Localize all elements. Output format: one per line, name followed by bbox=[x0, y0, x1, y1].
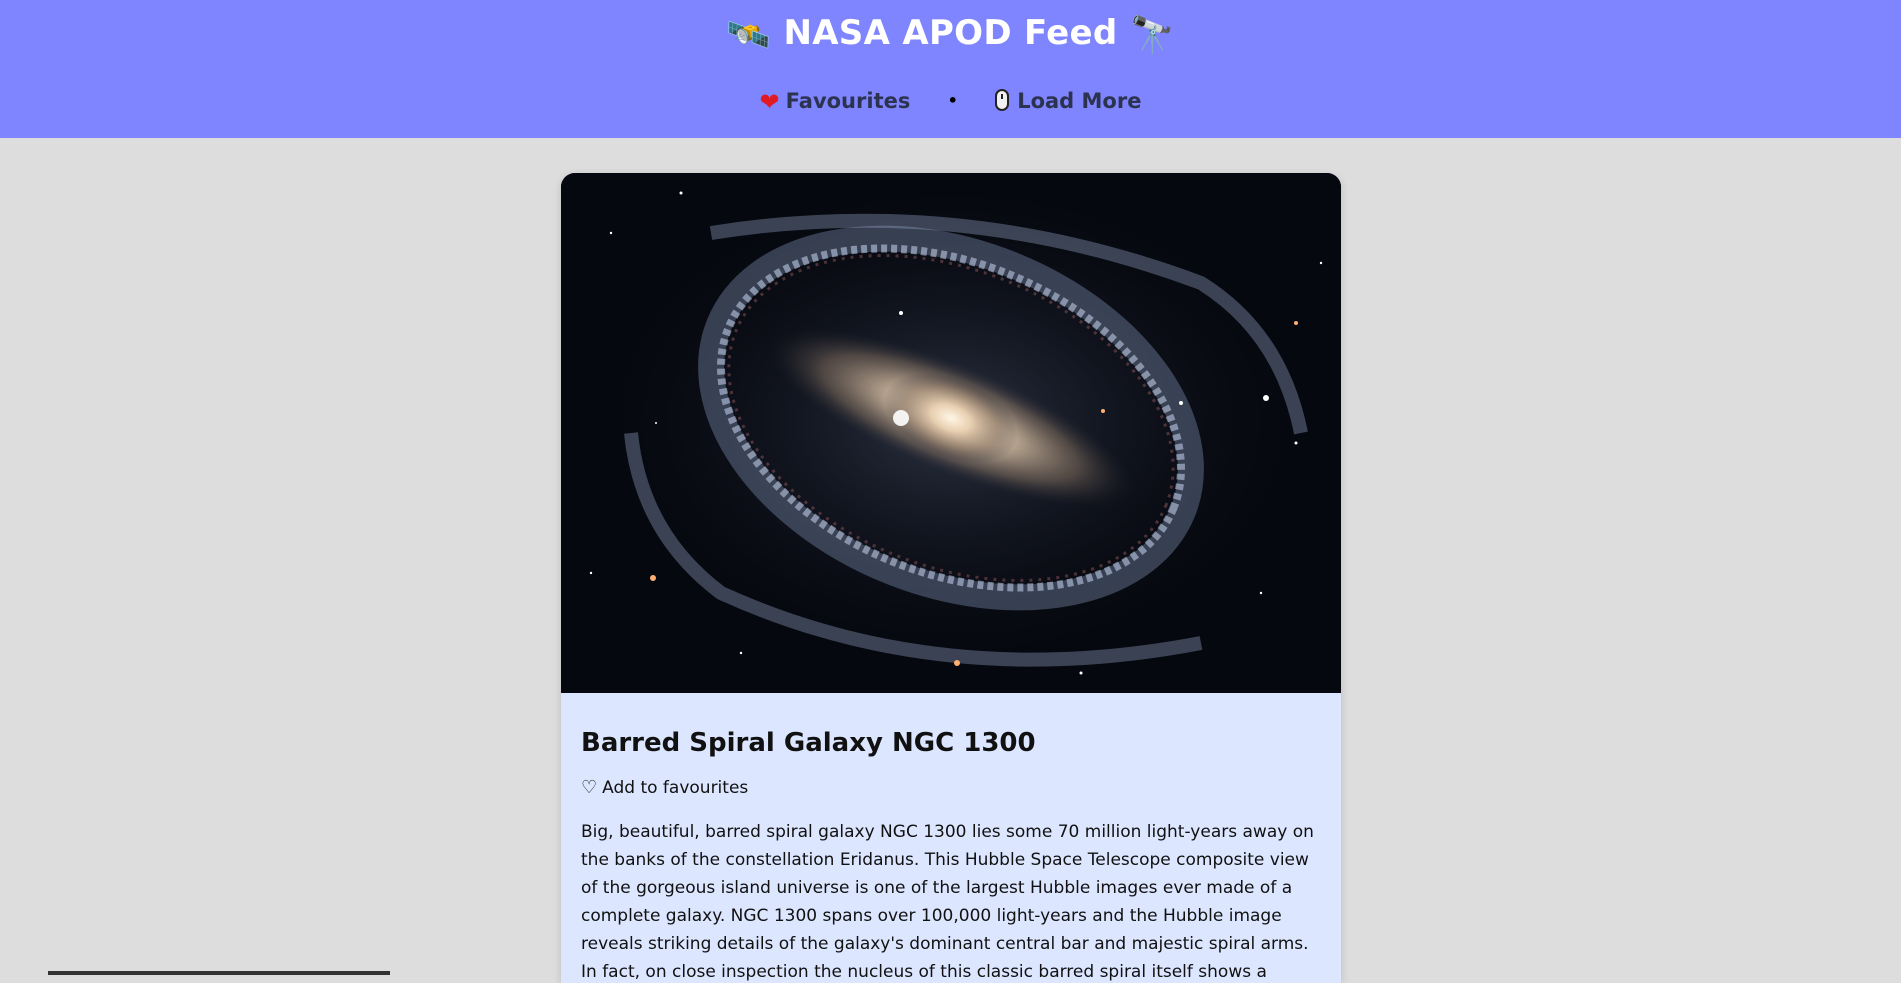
site-header: 🛰️ NASA APOD Feed 🔭 ❤ Favourites • Load M… bbox=[0, 0, 1901, 138]
add-to-favourites-button[interactable]: ♡ Add to favourites bbox=[581, 778, 748, 798]
apod-title: Barred Spiral Galaxy NGC 1300 bbox=[581, 728, 1036, 758]
apod-card: Barred Spiral Galaxy NGC 1300 ♡ Add to f… bbox=[561, 173, 1341, 983]
horizontal-scrollbar[interactable] bbox=[48, 971, 390, 975]
mouse-icon bbox=[995, 89, 1010, 111]
site-title-text: NASA APOD Feed bbox=[783, 13, 1118, 53]
favourites-link[interactable]: ❤ Favourites bbox=[760, 86, 911, 117]
apod-explanation: Big, beautiful, barred spiral galaxy NGC… bbox=[581, 822, 1314, 982]
satellite-icon: 🛰️ bbox=[726, 15, 772, 56]
load-more-link[interactable]: Load More bbox=[995, 86, 1141, 116]
telescope-icon: 🔭 bbox=[1129, 15, 1175, 56]
favourites-label: Favourites bbox=[785, 89, 911, 113]
add-to-favourites-label: Add to favourites bbox=[602, 778, 749, 798]
nav-separator: • bbox=[947, 91, 958, 110]
heart-icon: ❤ bbox=[759, 88, 780, 116]
galaxy-image bbox=[561, 173, 1341, 693]
nav-bar: ❤ Favourites • Load More bbox=[0, 86, 1901, 117]
site-title: 🛰️ NASA APOD Feed 🔭 bbox=[0, 8, 1901, 61]
load-more-label: Load More bbox=[1017, 89, 1142, 113]
heart-outline-icon: ♡ bbox=[581, 777, 598, 798]
